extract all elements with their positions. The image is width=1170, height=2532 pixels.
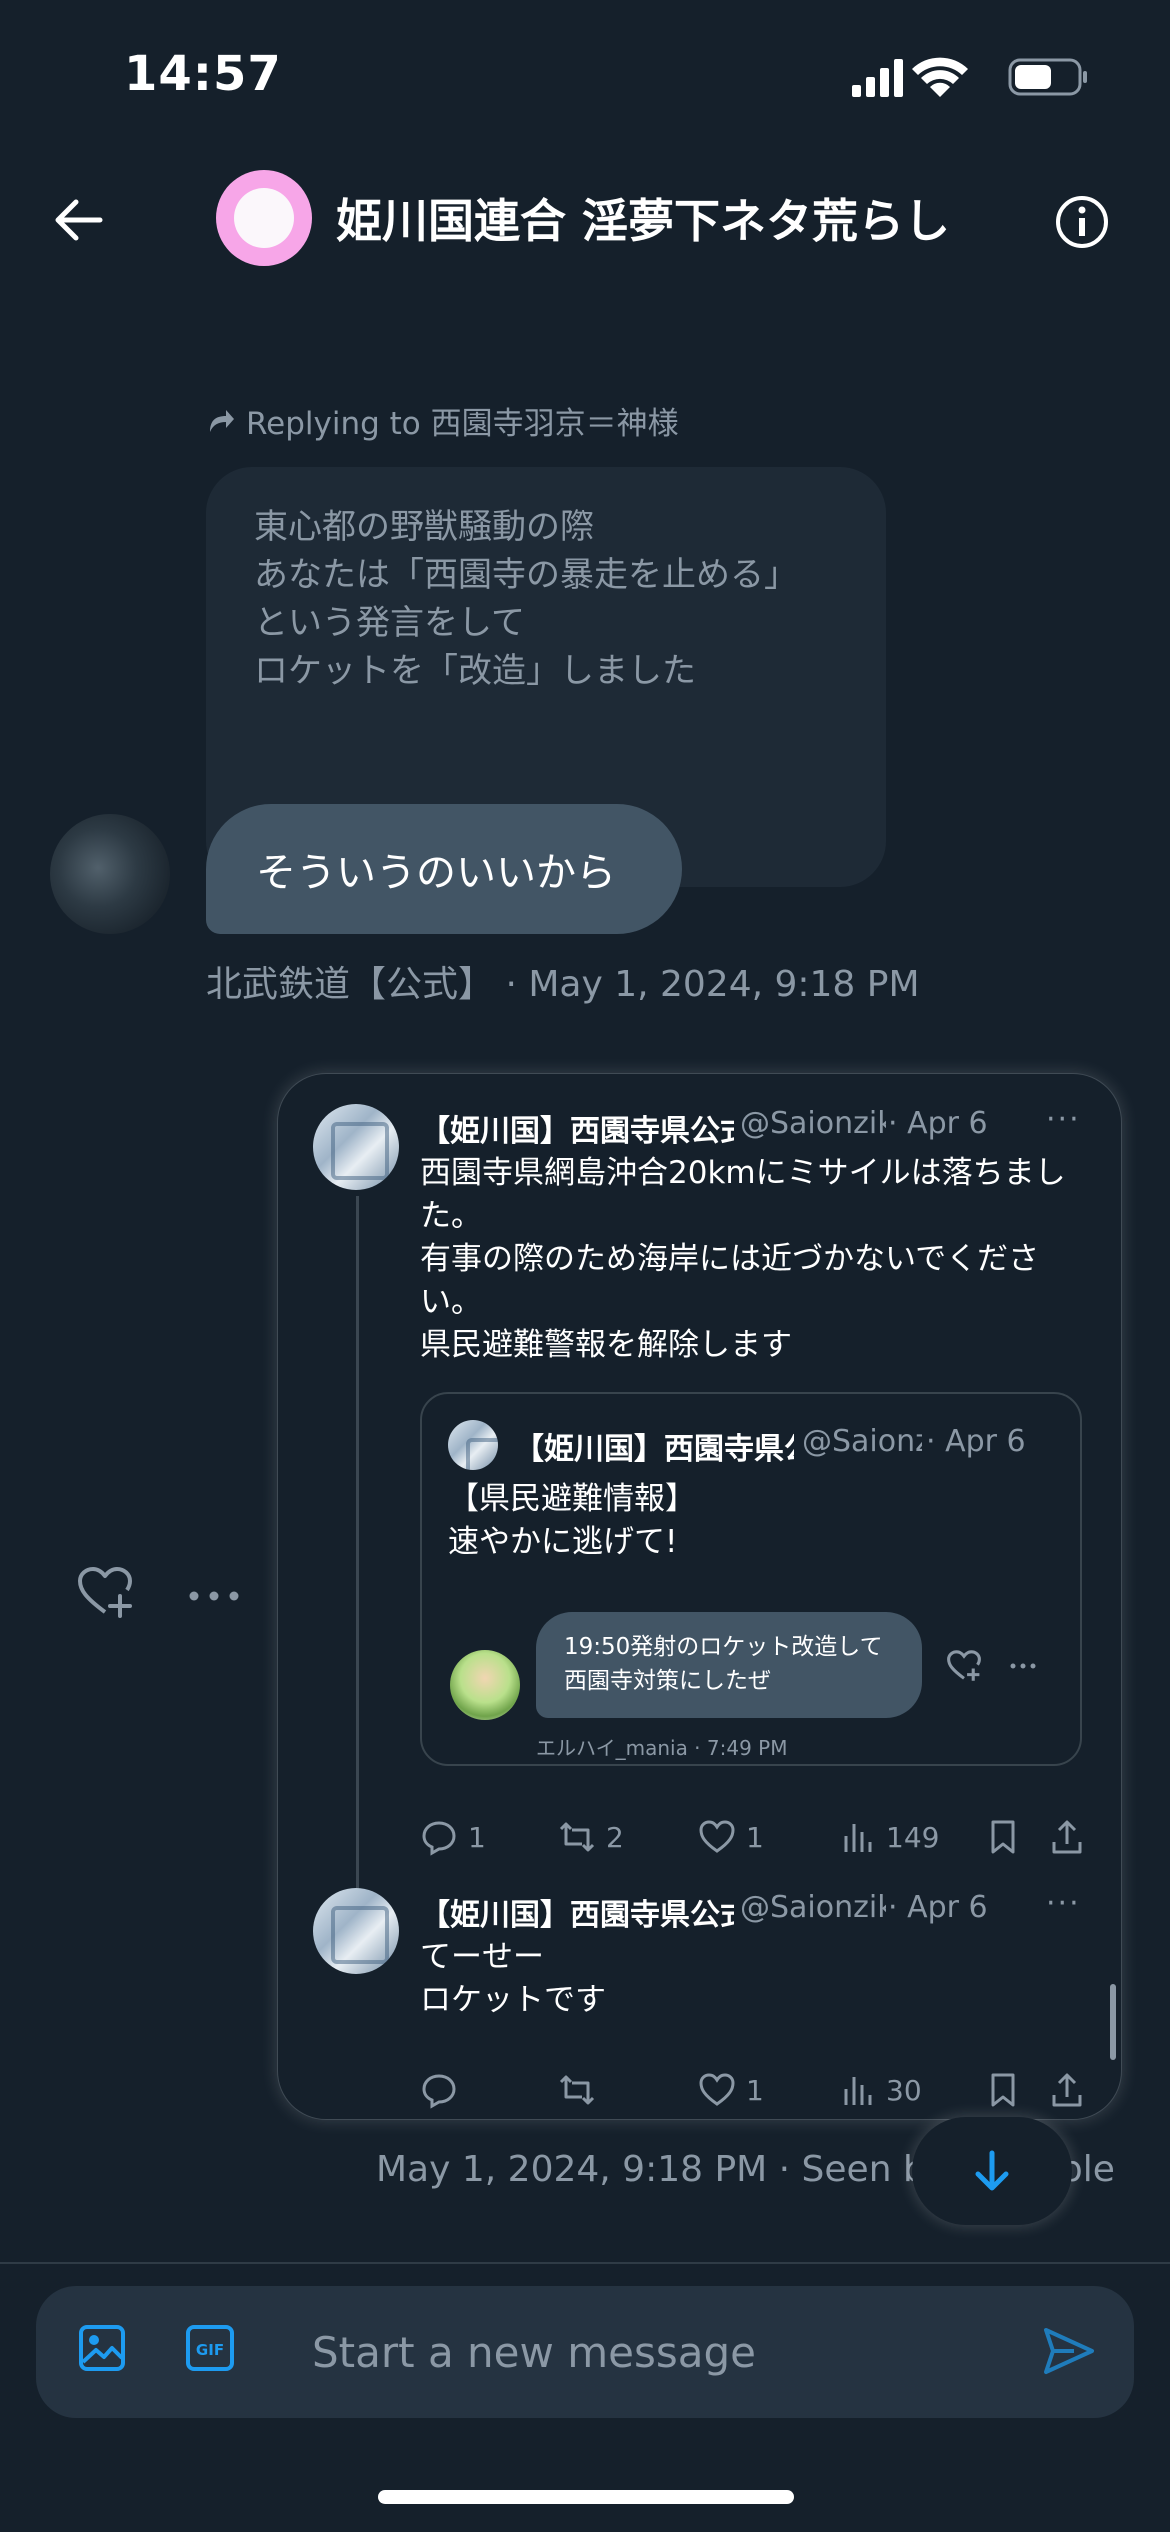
- tweet-body-line: 有事の際のため海岸には近づかないでくださ: [420, 1241, 1040, 1277]
- replying-to-text: Replying to 西園寺羽京＝神様: [246, 406, 679, 442]
- dm-preview-meta: エルハイ_mania · 7:49 PM: [536, 1736, 788, 1760]
- quoted-tweet-line: 速やかに逃げて!: [448, 1524, 678, 1560]
- like-action[interactable]: 1: [698, 1818, 764, 1856]
- quoted-tweet-date: · Apr 6: [926, 1424, 1026, 1459]
- share-icon: [1052, 2073, 1082, 2107]
- dm-preview-line: 西園寺対策にしたぜ: [564, 1668, 771, 1694]
- dm-preview-line: 19:50発射のロケット改造して: [564, 1634, 883, 1660]
- reply-action[interactable]: 1: [420, 1818, 486, 1856]
- views-icon: [844, 2077, 872, 2105]
- retweet-icon: [559, 1822, 595, 1852]
- quoted-tweet-author-name: 【姫川国】西園寺県公式: [514, 1432, 794, 1467]
- status-icons: [852, 57, 1087, 97]
- info-icon[interactable]: [1054, 194, 1110, 250]
- tweet-author-handle[interactable]: @Saionzikeı: [740, 1106, 886, 1141]
- quoted-tweet-body: 【県民避難情報】 速やかに逃げて!: [448, 1478, 696, 1564]
- tweet-body: 西園寺県網島沖合20kmにミサイルは落ちまし た。 有事の際のため海岸には近づか…: [420, 1152, 1066, 1367]
- views-count: 149: [886, 1820, 940, 1854]
- composer-divider: [0, 2262, 1170, 2264]
- views-action[interactable]: 30: [838, 2071, 922, 2109]
- views-action[interactable]: 149: [838, 1818, 939, 1856]
- quoted-tweet[interactable]: 【姫川国】西園寺県公式 @Saionzik · Apr 6 【県民避難情報】 速…: [420, 1392, 1082, 1766]
- tweet-author-avatar[interactable]: [313, 1104, 399, 1190]
- thread-line: [356, 1196, 359, 1911]
- like-icon: [699, 1820, 735, 1853]
- quoted-line: あなたは「西園寺の暴走を止める」: [254, 555, 798, 595]
- share-icon: [1052, 1820, 1082, 1854]
- like-count: 1: [746, 1820, 764, 1854]
- message-input[interactable]: [312, 2320, 1012, 2384]
- shared-post-card[interactable]: 【姫川国】西園寺県公式 @Saionzikeı · Apr 6 ··· 西園寺県…: [278, 1074, 1121, 2119]
- sender-avatar[interactable]: [50, 814, 170, 934]
- more-icon[interactable]: [186, 1576, 242, 1616]
- heart-plus-icon: [947, 1650, 981, 1681]
- tweet-body-line: ロケットです: [420, 1982, 606, 2018]
- tweet-author-avatar[interactable]: [313, 1888, 399, 1974]
- replying-to-label: Replying to 西園寺羽京＝神様: [206, 398, 679, 443]
- reply-arrow-icon: [210, 409, 234, 432]
- bookmark-icon: [991, 1820, 1015, 1854]
- received-message-meta: 北武鉄道【公式】 · May 1, 2024, 9:18 PM: [206, 964, 920, 1005]
- share-action[interactable]: [1048, 2071, 1086, 2109]
- like-icon: [699, 2073, 735, 2106]
- views-icon: [844, 1824, 872, 1852]
- like-count: 1: [746, 2073, 764, 2107]
- tweet-body-line: 西園寺県網島沖合20kmにミサイルは落ちまし: [420, 1155, 1066, 1191]
- views-count: 30: [886, 2073, 922, 2107]
- more-icon: [1010, 1663, 1036, 1669]
- bookmark-action[interactable]: [984, 1818, 1022, 1856]
- comment-icon: [422, 1821, 456, 1856]
- tweet-more-icon[interactable]: ···: [1046, 1102, 1081, 1137]
- quoted-tweet-handle: @Saionzik: [802, 1424, 922, 1459]
- image-icon[interactable]: [76, 2322, 128, 2374]
- retweet-action[interactable]: 2: [558, 1818, 624, 1856]
- quoted-line: 東心都の野獣騒動の際: [254, 507, 594, 547]
- svg-text:GIF: GIF: [196, 2341, 224, 2359]
- bookmark-icon: [991, 2073, 1015, 2107]
- scroll-to-bottom-button[interactable]: [912, 2117, 1072, 2225]
- tweet-body-line: てーせー: [420, 1939, 544, 1975]
- home-indicator: [378, 2490, 794, 2504]
- tweet-author-name[interactable]: 【姫川国】西園寺県公式: [420, 1106, 734, 1150]
- reply-count: 1: [468, 1820, 486, 1854]
- status-time: 14:57: [124, 46, 282, 102]
- tweet-more-icon[interactable]: ···: [1046, 1886, 1081, 1921]
- tweet-body-line: 県民避難警報を解除します: [420, 1327, 792, 1363]
- comment-icon: [422, 2074, 456, 2109]
- like-action[interactable]: 1: [698, 2071, 764, 2109]
- quoted-line: ロケットを「改造」しました: [254, 651, 696, 691]
- send-icon[interactable]: [1040, 2322, 1098, 2380]
- tweet-body-line: い。: [420, 1284, 482, 1320]
- share-action[interactable]: [1048, 1818, 1086, 1856]
- card-scrollbar[interactable]: [1110, 1984, 1116, 2060]
- tweet-action-bar: 1 30: [420, 2068, 1090, 2112]
- tweet-author-name[interactable]: 【姫川国】西園寺県公式: [420, 1890, 734, 1934]
- dm-preview-avatar: [450, 1650, 520, 1720]
- tweet-date[interactable]: · Apr 6: [888, 1106, 988, 1141]
- quoted-tweet-line: 【県民避難情報】: [448, 1481, 696, 1517]
- received-message-bubble[interactable]: そういうのいいから: [206, 804, 682, 934]
- gif-icon[interactable]: GIF: [184, 2322, 236, 2374]
- reply-action[interactable]: [420, 2071, 468, 2109]
- dm-preview-bubble: 19:50発射のロケット改造して 西園寺対策にしたぜ: [536, 1612, 922, 1718]
- quoted-line: という発言をして: [254, 603, 525, 643]
- arrow-down-icon: [975, 2150, 1009, 2191]
- heart-plus-icon[interactable]: [76, 1566, 134, 1618]
- retweet-action[interactable]: [558, 2071, 606, 2109]
- retweet-count: 2: [606, 1820, 624, 1854]
- back-arrow-icon[interactable]: [50, 190, 110, 250]
- bookmark-action[interactable]: [984, 2071, 1022, 2109]
- tweet-body-line: た。: [420, 1198, 482, 1234]
- conversation-title[interactable]: 姫川国連合 淫夢下ネタ荒らし: [336, 185, 950, 251]
- tweet-action-bar: 1 2 1 149: [420, 1815, 1090, 1859]
- conversation-avatar[interactable]: [216, 170, 312, 266]
- tweet-author-handle[interactable]: @Saionzikeı: [740, 1890, 886, 1925]
- received-message-text: そういうのいいから: [256, 850, 616, 896]
- tweet-body: てーせー ロケットです: [420, 1936, 606, 2022]
- retweet-icon: [559, 2075, 595, 2105]
- quoted-tweet-avatar: [448, 1420, 498, 1470]
- tweet-date[interactable]: · Apr 6: [888, 1890, 988, 1925]
